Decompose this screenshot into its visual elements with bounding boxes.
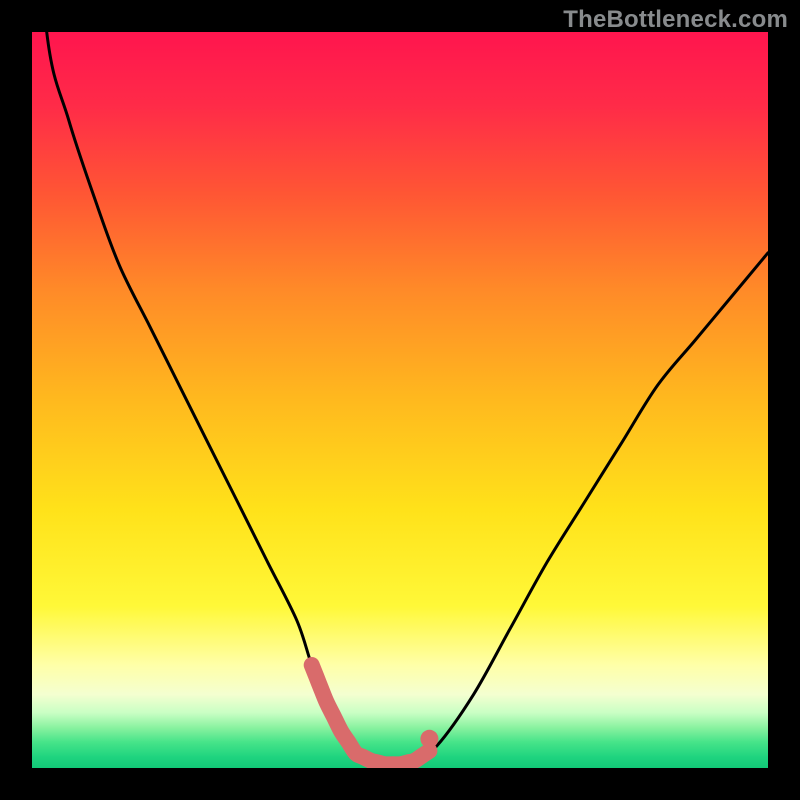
curve-overlay xyxy=(32,32,768,768)
highlight-line xyxy=(312,665,430,764)
bottleneck-curve xyxy=(32,32,768,765)
highlight-segment xyxy=(312,665,439,764)
highlight-end-dot xyxy=(420,730,438,748)
plot-area xyxy=(32,32,768,768)
watermark-text: TheBottleneck.com xyxy=(563,6,788,34)
curve-line xyxy=(32,32,768,765)
chart-frame: TheBottleneck.com xyxy=(0,0,800,800)
